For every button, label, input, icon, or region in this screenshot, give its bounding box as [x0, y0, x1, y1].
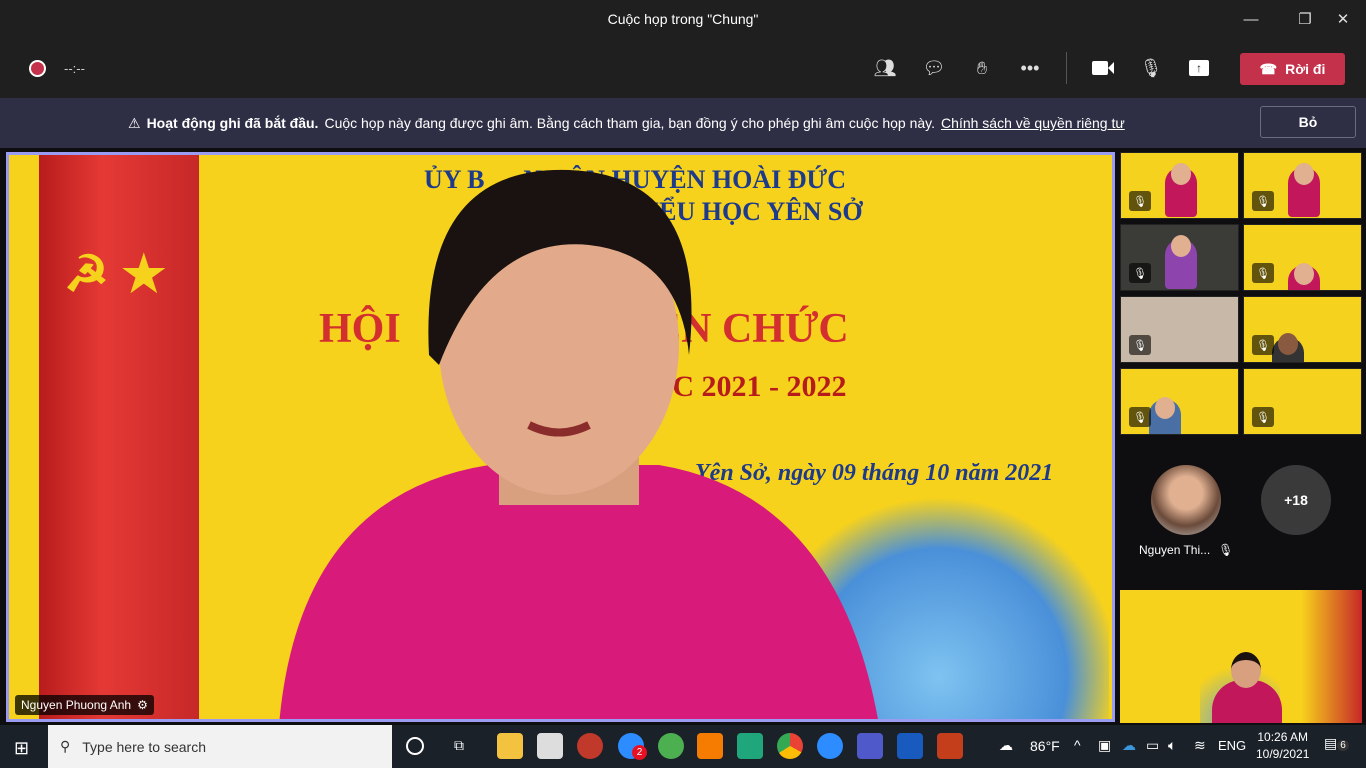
recording-icon: [29, 60, 46, 77]
task-view-icon[interactable]: ⧉: [454, 737, 464, 754]
participant-tile[interactable]: 🎙︎: [1243, 152, 1362, 219]
banner-message: Cuộc họp này đang được ghi âm. Bằng cách…: [324, 115, 936, 131]
mic-muted-icon: 🎙︎: [1129, 335, 1151, 355]
windows-start-icon[interactable]: ⊞: [14, 738, 29, 759]
participant-avatar[interactable]: [1151, 465, 1221, 535]
media-icon[interactable]: [697, 733, 723, 759]
participants-icon[interactable]: 👥︎: [869, 52, 901, 84]
privacy-policy-link[interactable]: Chính sách về quyền riêng tư: [941, 115, 1125, 131]
toolbar-divider: [1066, 52, 1067, 84]
mic-muted-icon: 🎙︎: [1252, 407, 1274, 427]
warning-icon: ⚠: [128, 114, 141, 131]
participant-tile[interactable]: 🎙︎: [1243, 224, 1362, 291]
self-view-video[interactable]: [1120, 590, 1362, 723]
mic-muted-icon: 🎙︎: [1129, 191, 1151, 211]
banner-title: Hoạt động ghi đã bắt đầu.: [146, 115, 319, 131]
powerpoint-icon[interactable]: [937, 733, 963, 759]
zoom-icon[interactable]: [817, 733, 843, 759]
recording-banner: ⚠ Hoạt động ghi đã bắt đầu. Cuộc họp này…: [0, 98, 1366, 148]
language-indicator[interactable]: ENG: [1218, 738, 1246, 753]
title-bar: Cuộc họp trong "Chung" — ❐ ✕: [0, 0, 1366, 38]
app-icon[interactable]: [737, 733, 763, 759]
app-icon[interactable]: [658, 733, 684, 759]
more-options-icon[interactable]: •••: [1014, 52, 1046, 84]
meeting-toolbar: --:-- 👥︎ 💬︎ ✋︎ ••• 🎙︎ ↑: [0, 38, 1366, 98]
chat-icon[interactable]: 💬︎: [918, 52, 950, 84]
participant-tile[interactable]: 🎙︎: [1120, 368, 1239, 435]
phone-hangup-icon: ☎: [1259, 60, 1278, 77]
participant-tile[interactable]: 🎙︎: [1120, 296, 1239, 363]
cortana-icon[interactable]: [406, 737, 424, 755]
speaker-video: [279, 169, 878, 719]
participant-tile[interactable]: 🎙︎: [1243, 368, 1362, 435]
backdrop-curtain: [39, 155, 199, 719]
more-participants-button[interactable]: +18: [1261, 465, 1331, 535]
store-icon[interactable]: [537, 733, 563, 759]
camera-icon[interactable]: [1087, 52, 1119, 84]
participant-tile[interactable]: 🎙︎: [1243, 296, 1362, 363]
onedrive-icon[interactable]: ☁: [1122, 737, 1136, 754]
clock-date: 10/9/2021: [1256, 747, 1310, 761]
hammer-sickle-star-icon: ☭ ★: [64, 246, 167, 302]
app-icon[interactable]: [577, 733, 603, 759]
mic-muted-icon[interactable]: 🎙︎: [1135, 52, 1167, 84]
teams-icon[interactable]: [857, 733, 883, 759]
mic-muted-icon: 🎙︎: [1218, 543, 1234, 557]
wifi-icon[interactable]: ≋: [1194, 737, 1206, 754]
action-center-icon[interactable]: ▤ 6: [1324, 735, 1349, 752]
clock[interactable]: 10:26 AM 10/9/2021: [1256, 729, 1309, 763]
word-icon[interactable]: [897, 733, 923, 759]
search-placeholder: Type here to search: [82, 738, 207, 755]
zalo-icon[interactable]: 2: [618, 733, 647, 760]
notification-badge: 2: [632, 745, 647, 760]
meet-now-icon[interactable]: ▣: [1098, 737, 1111, 754]
meeting-timer: --:--: [64, 61, 85, 76]
leave-label: Rời đi: [1285, 61, 1326, 77]
close-button[interactable]: ✕: [1320, 0, 1366, 38]
window-title: Cuộc họp trong "Chung": [607, 11, 759, 27]
main-video[interactable]: ☭ ★ ỦY B N DÂN HUYỆN HOÀI ĐỨC IỂU HỌC YÊ…: [6, 152, 1115, 722]
leave-button[interactable]: ☎ Rời đi: [1240, 53, 1345, 85]
search-icon: ⚲: [60, 738, 71, 754]
mic-muted-icon: 🎙︎: [1252, 191, 1274, 211]
avatar-name-row: Nguyen Thi... 🎙︎: [1139, 543, 1233, 557]
chevron-up-icon[interactable]: ^: [1074, 737, 1081, 753]
share-screen-icon[interactable]: ↑: [1183, 52, 1215, 84]
taskbar-search[interactable]: ⚲ Type here to search: [48, 725, 392, 768]
mic-muted-icon: 🎙︎: [1129, 407, 1151, 427]
file-explorer-icon[interactable]: [497, 733, 523, 759]
mic-muted-icon: 🎙︎: [1129, 263, 1151, 283]
participant-name-tag: Nguyen Phuong Anh ⚙: [15, 695, 154, 715]
participant-tile[interactable]: 🎙︎: [1120, 224, 1239, 291]
pin-icon[interactable]: ⚙: [137, 698, 148, 712]
chrome-icon[interactable]: [777, 733, 803, 759]
mic-muted-icon: 🎙︎: [1252, 263, 1274, 283]
weather-icon[interactable]: ☁: [999, 737, 1013, 754]
windows-taskbar: ⊞ ⚲ Type here to search ⧉ 2 ☁ 86°F ^ ▣ ☁ …: [0, 725, 1366, 768]
participant-tile[interactable]: 🎙︎: [1120, 152, 1239, 219]
participant-name: Nguyen Phuong Anh: [21, 698, 132, 712]
avatar-name: Nguyen Thi...: [1139, 543, 1211, 557]
notification-count: 6: [1337, 740, 1349, 751]
volume-icon[interactable]: 🔈︎: [1168, 737, 1176, 754]
battery-icon[interactable]: ▭: [1146, 737, 1159, 754]
weather-temp[interactable]: 86°F: [1030, 738, 1060, 754]
mic-muted-icon: 🎙︎: [1252, 335, 1274, 355]
dismiss-button[interactable]: Bỏ: [1260, 106, 1356, 138]
clock-time: 10:26 AM: [1257, 730, 1309, 744]
minimize-button[interactable]: —: [1228, 0, 1274, 38]
reactions-icon[interactable]: ✋︎: [966, 52, 998, 84]
